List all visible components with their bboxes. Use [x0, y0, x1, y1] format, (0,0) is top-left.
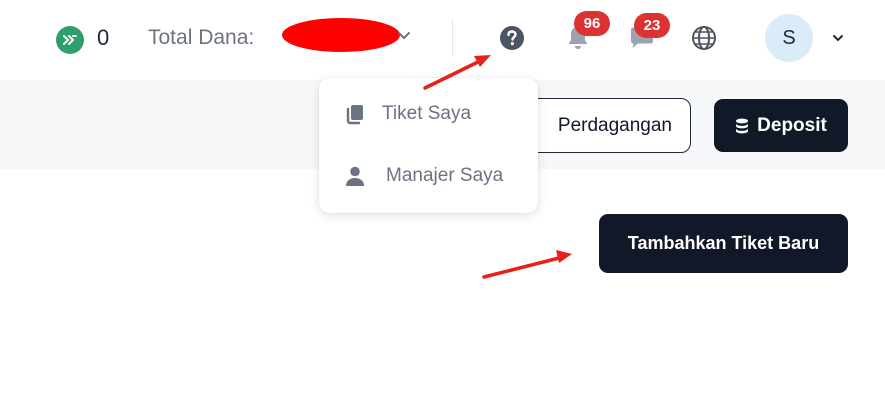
- points-value: 0: [97, 25, 110, 50]
- database-icon: [736, 118, 749, 133]
- chevron-down-icon[interactable]: [396, 27, 412, 43]
- deposit-button-label: Deposit: [757, 114, 827, 136]
- trading-button-label: Perdagangan: [557, 114, 672, 136]
- menu-item-my-tickets[interactable]: Tiket Saya: [319, 86, 538, 142]
- redacted-funds-amount: [282, 18, 400, 52]
- add-new-ticket-button[interactable]: Tambahkan Tiket Baru: [599, 214, 848, 273]
- add-new-ticket-label: Tambahkan Tiket Baru: [627, 233, 820, 253]
- copy-icon: [346, 105, 363, 125]
- deposit-button[interactable]: Deposit: [714, 99, 848, 152]
- question-icon: [500, 26, 524, 50]
- points-icon: [56, 26, 84, 54]
- help-dropdown-menu: Tiket Saya Manajer Saya: [319, 78, 538, 213]
- annotation-arrow-new-ticket: [482, 250, 572, 279]
- messages-count-badge: 23: [634, 13, 670, 38]
- menu-item-label: Manajer Saya: [386, 165, 504, 186]
- trading-button[interactable]: Perdagangan: [520, 98, 691, 153]
- menu-item-my-manager[interactable]: Manajer Saya: [319, 148, 538, 204]
- notifications-count-badge: 96: [574, 11, 610, 36]
- user-avatar[interactable]: S: [765, 14, 813, 62]
- top-navigation-bar: [0, 0, 885, 80]
- total-funds-label: Total Dana:: [148, 26, 255, 49]
- person-icon: [346, 166, 364, 186]
- globe-icon: [692, 26, 716, 50]
- header-divider: [452, 19, 453, 57]
- language-button[interactable]: [689, 23, 719, 53]
- help-button[interactable]: [498, 24, 526, 52]
- menu-item-label: Tiket Saya: [382, 103, 472, 124]
- chevron-down-icon[interactable]: [831, 31, 845, 45]
